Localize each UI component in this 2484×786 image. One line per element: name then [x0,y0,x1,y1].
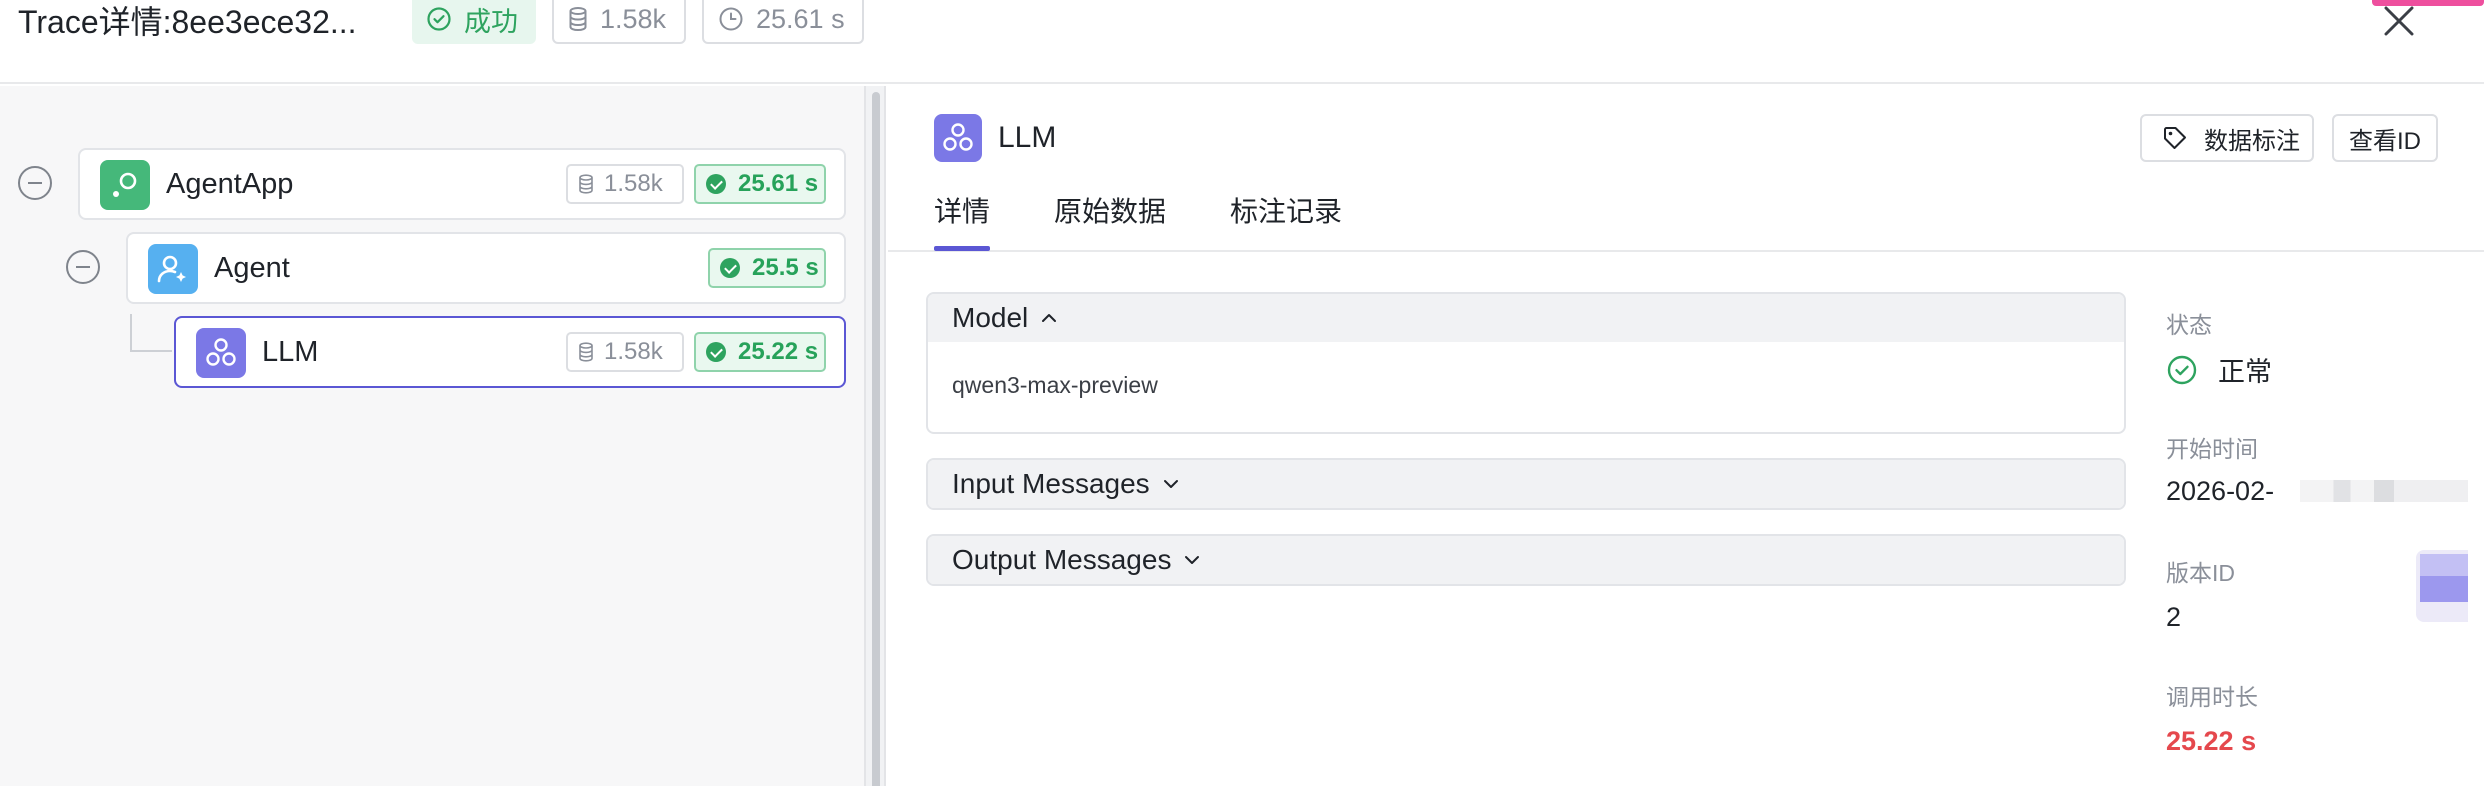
redacted-area [2300,480,2468,502]
tree-node-llm[interactable]: LLM 1.58k 25.22 s [174,316,846,388]
database-icon [569,7,587,32]
database-icon [579,342,593,362]
duration-badge: 25.61 s [702,0,864,44]
chevron-up-icon [1042,314,1057,322]
tree-node-label: AgentApp [166,168,294,200]
tree-node-label: LLM [262,336,319,368]
trace-tree-panel: AgentApp 1.58k 25.61 s Agent 25.5 s LLM [0,86,864,786]
token-pill: 1.58k [566,332,684,372]
tree-node-agent[interactable]: Agent 25.5 s [126,232,846,304]
llm-icon [934,114,982,162]
input-messages-title: Input Messages [952,468,1150,499]
version-id-label: 版本ID [2166,560,2235,586]
agent-app-icon [100,160,150,210]
tree-connector [130,314,132,350]
duration-badge-value: 25.61 s [756,3,845,34]
agent-icon [148,244,198,294]
view-id-button[interactable]: 查看ID [2332,114,2438,162]
token-pill-value: 1.58k [604,338,663,365]
token-pill: 1.58k [566,164,684,204]
check-dot-icon [706,342,726,362]
clock-icon [719,7,743,31]
time-pill: 25.22 s [694,332,826,372]
time-pill-value: 25.61 s [738,170,819,197]
status-label: 状态 [2166,312,2212,338]
model-value: qwen3-max-preview [952,372,1158,398]
time-pill: 25.5 s [708,248,826,288]
model-section-title: Model [952,302,1029,333]
call-duration-label: 调用时长 [2166,684,2258,710]
time-pill-value: 25.5 s [752,254,819,281]
database-icon [579,174,593,194]
model-section-header[interactable]: Model [928,294,2124,342]
check-circle-icon [427,7,451,31]
output-messages-title: Output Messages [952,544,1172,575]
chevron-down-icon [1163,480,1178,488]
drawer-header: Trace详情:8ee3ece32... 成功 1.58k 25.61 s [0,0,2484,84]
tab-details[interactable]: 详情 [934,194,990,230]
collapse-toggle-agent[interactable] [66,250,100,284]
annotate-button[interactable]: 数据标注 [2140,114,2314,162]
status-badge: 成功 [412,0,536,44]
output-messages-section: Output Messages [926,534,2126,586]
close-icon [2384,6,2414,36]
token-badge: 1.58k [552,0,686,44]
collapse-toggle-agentapp[interactable] [18,166,52,200]
time-pill-value: 25.22 s [738,338,819,365]
tab-raw-data[interactable]: 原始数据 [1054,194,1166,230]
annotate-button-label: 数据标注 [2204,127,2300,155]
token-pill-value: 1.58k [604,170,663,197]
time-pill: 25.61 s [694,164,826,204]
token-badge-value: 1.58k [600,3,667,34]
llm-icon [196,328,246,378]
floating-side-tab[interactable] [2416,550,2468,622]
start-time-value: 2026-02- [2166,476,2275,506]
page-title: Trace详情:8ee3ece32... [18,4,357,40]
output-messages-header[interactable]: Output Messages [928,536,2124,584]
close-button[interactable] [2380,4,2416,40]
check-dot-icon [706,174,726,194]
tab-annotation-records[interactable]: 标注记录 [1230,194,1342,230]
tree-node-agentapp[interactable]: AgentApp 1.58k 25.61 s [78,148,846,220]
active-tab-indicator [934,246,990,251]
tree-node-label: Agent [214,252,290,284]
tabs-divider [888,250,2484,252]
call-duration-value: 25.22 s [2166,726,2257,756]
version-id-value: 2 [2166,602,2182,632]
scrollbar-thumb[interactable] [872,92,880,786]
detail-title: LLM [998,121,1057,154]
panel-splitter[interactable] [864,86,886,786]
check-circle-icon [2167,355,2197,384]
check-dot-icon [720,258,740,278]
input-messages-section: Input Messages [926,458,2126,510]
input-messages-header[interactable]: Input Messages [928,460,2124,508]
model-section: Model qwen3-max-preview [926,292,2126,434]
tree-connector [130,350,172,352]
status-value: 正常 [2166,350,2272,389]
chevron-down-icon [1185,556,1200,564]
status-value-text: 正常 [2218,357,2272,387]
tag-icon [2164,127,2186,149]
status-badge-label: 成功 [464,6,518,37]
start-time-label: 开始时间 [2166,436,2258,462]
